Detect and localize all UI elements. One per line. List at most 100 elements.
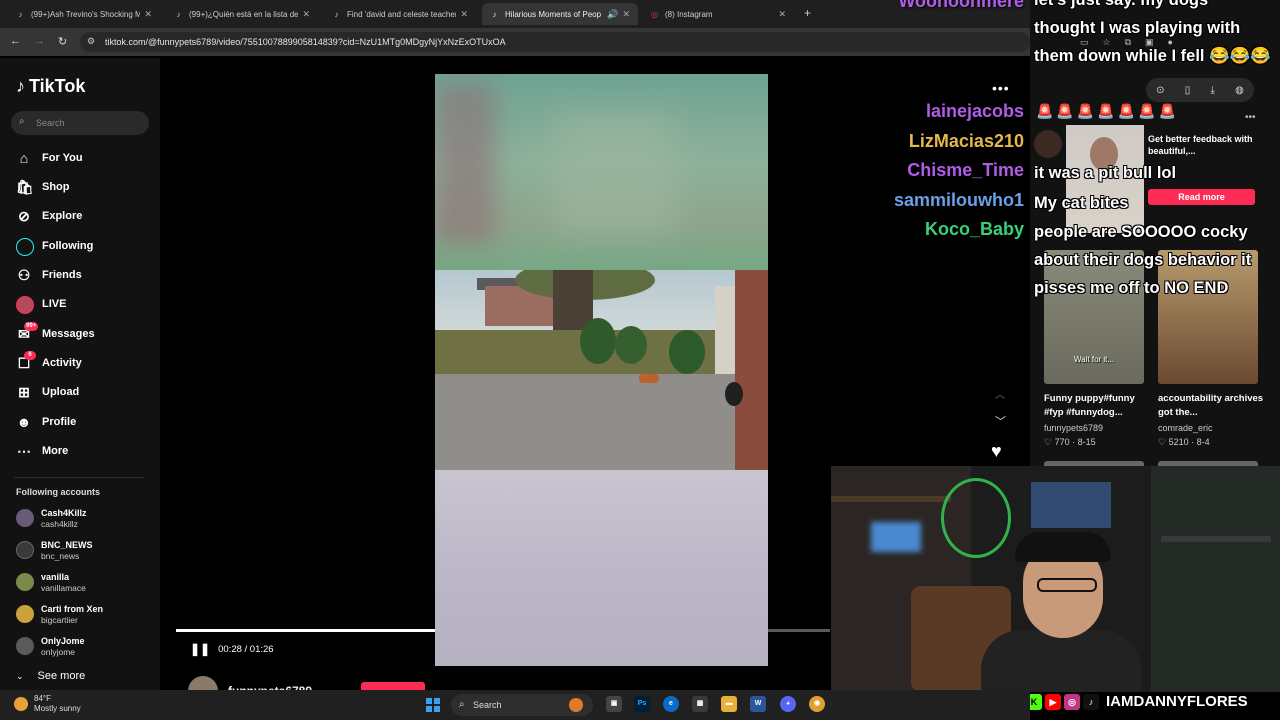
close-icon[interactable]: ✕ [302,9,310,20]
browser-tab[interactable]: ♪ (99+)¿Quién está en la lista de ✕ [166,3,318,25]
word-icon[interactable]: W [750,696,766,712]
store-icon[interactable]: ▦ [692,696,708,712]
nav-label: Activity [42,357,82,369]
following-ring-icon [16,238,34,256]
video-time: 00:28 / 01:26 [218,643,274,655]
video-frame-backyard [435,270,768,470]
site-info-icon[interactable]: ⚙ [87,36,95,47]
coin-icon[interactable]: ⊙ [1156,85,1164,96]
siren-emotes: 🚨🚨🚨🚨🚨🚨🚨 [1036,103,1180,119]
related-video-stats: ♡ 770 · 8-15 [1044,437,1096,447]
search-highlight-icon [569,698,583,712]
photoshop-icon[interactable]: Ps [634,696,650,712]
ad-text: Get better feedback with beautiful,... [1148,134,1253,156]
related-video-stats: ♡ 5210 · 8-4 [1158,437,1210,447]
browser-tab-active[interactable]: ♪ Hilarious Moments of Peop 🔊 ✕ [482,3,638,25]
sun-icon [14,697,28,711]
task-view-icon[interactable]: ▣ [606,696,622,712]
avatar [16,541,34,559]
following-account[interactable]: Carti from Xen bigcartiier [16,601,103,627]
file-explorer-icon[interactable]: ▬ [721,696,737,712]
back-icon[interactable]: ← [10,35,21,47]
following-account[interactable]: OnlyJome onlyjome [16,633,85,659]
close-icon[interactable]: ✕ [622,9,630,20]
nav-explore[interactable]: ⊘ Explore [16,205,82,227]
account-name: OnlyJome [41,635,85,646]
thumbnail-caption: Wait for it... [1073,355,1115,364]
browser-tab[interactable]: ♪ Find 'david and celeste teacher ✕ [324,3,476,25]
chat-username: sammilouwho1 [893,190,1024,210]
nav-label: Upload [42,386,80,398]
related-video-title[interactable]: accountability archives got the... [1158,392,1270,420]
related-video-author[interactable]: comrade_eric [1158,423,1213,433]
user-avatar-icon[interactable]: ◍ [1235,85,1244,96]
activity-icon: ☐ 6 [16,351,36,371]
nav-more[interactable]: ⋯ More [16,440,68,462]
edge-icon[interactable]: e [663,696,679,712]
close-icon[interactable]: ✕ [144,9,152,20]
windows-start-icon[interactable] [426,698,440,712]
taskbar-search-label: Search [473,700,502,710]
related-video-author[interactable]: funnypets6789 [1044,423,1103,433]
nav-for-you[interactable]: ⌂ For You [16,147,83,169]
address-bar[interactable]: ⚙ tiktok.com/@funnypets6789/video/755100… [80,32,1030,52]
nav-friends[interactable]: ⚇ Friends [16,264,82,286]
chevron-up-icon[interactable]: ︿ [995,386,1005,401]
close-icon[interactable]: ✕ [778,9,786,20]
following-account[interactable]: Cash4Killz cash4killz [16,505,87,531]
nav-label: Following [42,240,94,252]
nav-following[interactable]: Following [16,235,93,257]
pause-icon[interactable]: ❚❚ [190,642,210,656]
header-pill: ⊙ ▯ ⤓ ◍ [1146,78,1254,102]
see-more-button[interactable]: ⌄ See more [16,670,85,682]
nav-profile[interactable]: ☻ Profile [16,411,77,433]
windows-taskbar: 84°F Mostly sunny ⌕ Search ▣ Ps e ▦ ▬ W … [0,690,1030,720]
tab-title: Find 'david and celeste teacher [347,9,457,19]
divider [14,477,144,478]
tiktok-icon: ♪ [176,9,181,19]
more-options-icon[interactable]: ••• [992,80,1010,96]
progress-fill [176,629,458,632]
forward-icon[interactable]: → [34,35,45,47]
download-icon[interactable]: ⤓ [1210,85,1214,96]
nav-upload[interactable]: ⊞ Upload [16,381,79,403]
tiktok-icon: ♪ [16,76,25,96]
heart-icon[interactable]: ♥ [991,441,1002,462]
taskbar-search[interactable]: ⌕ Search [451,694,593,716]
tab-title: Hilarious Moments of Peop [505,9,602,19]
nav-live[interactable]: LIVE [16,293,66,315]
account-handle: bigcartiier [41,614,78,625]
tiktok-icon: ♪ [334,9,339,19]
instagram-icon: ◎ [1064,693,1080,710]
reload-icon[interactable]: ↻ [58,35,67,48]
chrome-icon[interactable]: ◉ [809,696,825,712]
nav-messages[interactable]: ✉ 99+ Messages [16,322,95,345]
new-tab-icon[interactable]: + [804,6,811,20]
close-icon[interactable]: ✕ [460,9,468,20]
device-icon[interactable]: ▯ [1185,85,1191,96]
nav-label: More [42,445,69,457]
speaker-icon[interactable]: 🔊 [607,9,618,20]
compass-icon: ⊘ [18,208,30,224]
tiktok-logo[interactable]: ♪ TikTok [16,76,85,97]
more-options-icon[interactable]: ••• [1245,112,1256,123]
related-video-title[interactable]: Funny puppy#funny #fyp #funnydog... [1044,392,1156,420]
browser-tab[interactable]: ♪ (99+)Ash Trevino's Shocking M ✕ [8,3,160,25]
chat-username: Woohoohmere [898,0,1024,11]
following-account[interactable]: vanilla vanillamace [16,569,86,595]
weather-widget[interactable]: 84°F Mostly sunny [14,694,81,714]
following-account[interactable]: BNC_NEWS bnc_news [16,537,93,563]
avatar [16,637,34,655]
video-player[interactable] [435,74,768,666]
nav-activity[interactable]: ☐ 6 Activity [16,351,82,374]
nav-shop[interactable]: 🛍 Shop [16,176,70,198]
discord-icon[interactable]: ◕ [780,696,796,712]
search-input[interactable] [36,115,144,131]
chevron-down-icon[interactable]: ﹀ [995,413,1006,429]
blurred-frame-bottom [435,470,768,666]
chat-username: LizMacias210 [908,131,1024,151]
tab-title: (99+)Ash Trevino's Shocking M [31,9,141,19]
chat-message: people are SOOOOO cocky about their dogs… [1034,223,1252,297]
browser-tab[interactable]: ◎ (8) Instagram ✕ [642,3,794,25]
weather-temp: 84°F [34,694,51,703]
